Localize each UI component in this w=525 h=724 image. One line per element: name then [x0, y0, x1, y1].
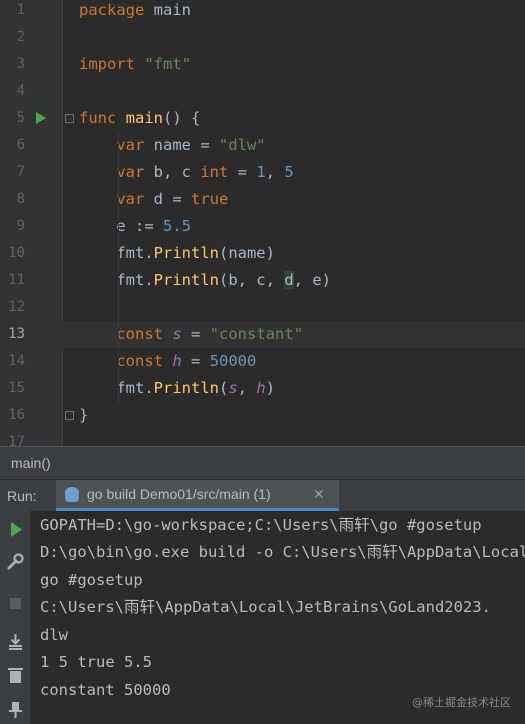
code-editor[interactable]: 1 package main 2 3 import "fmt" 4 5 func… — [0, 0, 525, 446]
keyword: const — [116, 325, 163, 343]
fold-open-icon[interactable] — [65, 114, 74, 123]
line-number: 16 — [8, 407, 25, 423]
keyword: var — [116, 136, 145, 154]
watermark: @稀土掘金技术社区 — [412, 696, 511, 709]
string-literal: "fmt" — [144, 55, 192, 73]
scroll-to-end-icon[interactable] — [5, 631, 26, 652]
number-literal: 5 — [284, 163, 294, 181]
keyword: var — [116, 163, 145, 181]
pin-icon[interactable] — [5, 699, 26, 720]
breadcrumb-bar: main() — [0, 446, 525, 479]
run-gutter-icon[interactable] — [36, 112, 46, 124]
code-line-9[interactable]: 9 e := 5.5 — [0, 213, 525, 240]
line-number: 5 — [16, 110, 25, 126]
run-console-output[interactable]: GOPATH=D:\go-workspace;C:\Users\雨轩\go #g… — [31, 511, 525, 724]
play-icon[interactable] — [5, 519, 26, 540]
code-line-13-current[interactable]: 13 const s = "constant" — [0, 321, 525, 348]
function-call: Println — [153, 271, 219, 289]
number-literal: 5.5 — [163, 217, 191, 235]
line-number: 14 — [8, 353, 25, 369]
constant-name: s — [172, 325, 182, 343]
boolean-literal: true — [191, 190, 229, 208]
code-line-14[interactable]: 14 const h = 50000 — [0, 348, 525, 375]
code-line-1[interactable]: 1 package main — [0, 0, 525, 24]
function-name: main — [125, 109, 163, 127]
function-call: Println — [153, 379, 219, 397]
run-tab-label: go build Demo01/src/main (1) — [87, 486, 271, 502]
line-number: 8 — [16, 191, 25, 207]
code-line-8[interactable]: 8 var d = true — [0, 186, 525, 213]
code-line-2[interactable]: 2 — [0, 24, 525, 51]
line-number: 2 — [16, 29, 25, 45]
line-number: 9 — [16, 218, 25, 234]
console-line: GOPATH=D:\go-workspace;C:\Users\雨轩\go #g… — [40, 516, 482, 534]
line-number: 1 — [16, 2, 25, 18]
keyword: var — [116, 190, 145, 208]
line-number: 7 — [16, 164, 25, 180]
keyword: import — [79, 55, 135, 73]
close-icon[interactable]: ✕ — [313, 480, 325, 509]
breadcrumb[interactable]: main() — [11, 447, 51, 480]
code-line-10[interactable]: 10 fmt.Println(name) — [0, 240, 525, 267]
run-tab[interactable]: go build Demo01/src/main (1) ✕ — [56, 480, 339, 511]
fold-close-icon[interactable] — [65, 411, 74, 420]
run-label: Run: — [7, 488, 37, 504]
line-number: 13 — [8, 326, 25, 342]
console-line: go #gosetup — [40, 571, 143, 589]
function-call: Println — [153, 244, 219, 262]
console-line: constant 50000 — [40, 681, 171, 699]
code-line-11[interactable]: 11 fmt.Println(b, c, d, e) — [0, 267, 525, 294]
wrench-icon[interactable] — [5, 551, 26, 572]
run-panel-header: Run: go build Demo01/src/main (1) ✕ — [0, 479, 525, 511]
highlighted-identifier: d — [284, 271, 294, 289]
code-line-17[interactable]: 17 — [0, 429, 525, 446]
constant-name: s — [228, 379, 238, 397]
line-number: 4 — [16, 83, 25, 99]
package-name: main — [153, 1, 191, 19]
code-line-15[interactable]: 15 fmt.Println(s, h) — [0, 375, 525, 402]
code-line-16[interactable]: 16 } — [0, 402, 525, 429]
line-number: 15 — [8, 380, 25, 396]
indent-guide — [118, 132, 119, 402]
console-line: C:\Users\雨轩\AppData\Local\JetBrains\GoLa… — [40, 598, 491, 616]
code-line-6[interactable]: 6 var name = "dlw" — [0, 132, 525, 159]
keyword: const — [116, 352, 163, 370]
console-line: D:\go\bin\go.exe build -o C:\Users\雨轩\Ap… — [40, 543, 525, 561]
line-number: 6 — [16, 137, 25, 153]
keyword: package — [79, 1, 145, 19]
code-line-4[interactable]: 4 — [0, 78, 525, 105]
line-number: 3 — [16, 56, 25, 72]
number-literal: 50000 — [209, 352, 257, 370]
type-name: int — [200, 163, 229, 181]
constant-name: h — [172, 352, 182, 370]
code-line-7[interactable]: 7 var b, c int = 1, 5 — [0, 159, 525, 186]
line-number: 12 — [8, 299, 25, 315]
string-literal: "dlw" — [218, 136, 266, 154]
code-line-3[interactable]: 3 import "fmt" — [0, 51, 525, 78]
keyword: func — [79, 109, 117, 127]
line-number: 10 — [8, 245, 25, 261]
trash-icon[interactable] — [5, 665, 26, 686]
code-line-5[interactable]: 5 func main() { — [0, 105, 525, 132]
console-line: dlw — [40, 626, 68, 644]
gopher-icon — [65, 487, 79, 502]
line-number: 11 — [8, 272, 25, 288]
stop-icon[interactable] — [5, 593, 26, 614]
run-toolbar — [0, 511, 31, 724]
console-line: 1 5 true 5.5 — [40, 653, 152, 671]
number-literal: 1 — [256, 163, 266, 181]
line-number: 17 — [8, 434, 25, 446]
constant-name: h — [256, 379, 266, 397]
code-line-12[interactable]: 12 — [0, 294, 525, 321]
string-literal: "constant" — [209, 325, 304, 343]
